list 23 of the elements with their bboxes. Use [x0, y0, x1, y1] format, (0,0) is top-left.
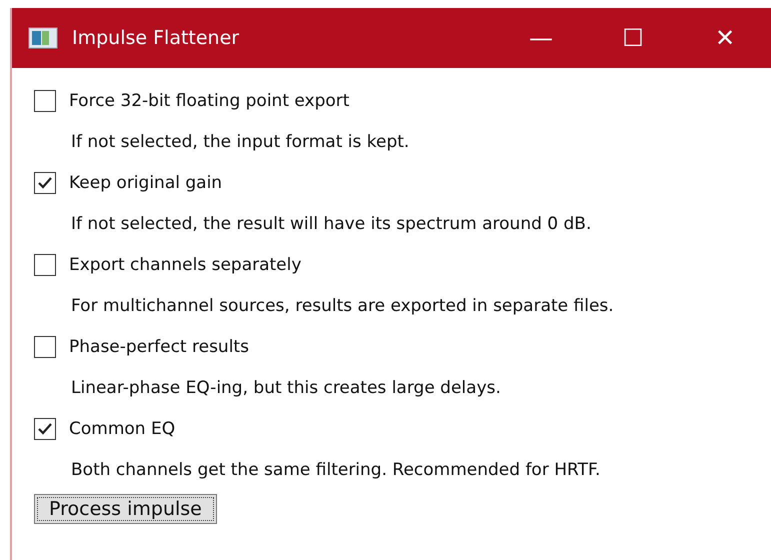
option-label[interactable]: Phase-perfect results	[69, 336, 249, 356]
minimize-button[interactable]: —	[495, 8, 587, 68]
checkbox[interactable]	[34, 418, 56, 440]
check-icon	[37, 176, 53, 190]
app-icon	[28, 27, 58, 49]
option-description: Linear-phase EQ-ing, but this creates large delays.	[70, 376, 502, 400]
checkbox[interactable]	[34, 90, 56, 112]
checkbox[interactable]	[34, 336, 56, 358]
close-button[interactable]: ✕	[679, 8, 771, 68]
window-title: Impulse Flattener	[72, 27, 240, 49]
option-description: If not selected, the result will have its spectrum around 0 dB.	[70, 212, 592, 236]
check-icon	[37, 422, 53, 436]
process-button[interactable]: Process impulse	[34, 494, 217, 524]
option-description: If not selected, the input format is kept.	[70, 130, 410, 154]
option-label[interactable]: Common EQ	[69, 418, 176, 438]
option-label[interactable]: Export channels separately	[69, 254, 302, 274]
option-description: For multichannel sources, results are exported in separate files.	[70, 294, 615, 318]
option-label[interactable]: Force 32-bit floating point export	[69, 90, 350, 110]
option-label[interactable]: Keep original gain	[69, 172, 222, 192]
option-description: Both channels get the same filtering. Recommended for HRTF.	[70, 458, 602, 482]
checkbox[interactable]	[34, 254, 56, 276]
maximize-button[interactable]: ☐	[587, 8, 679, 68]
checkbox[interactable]	[34, 172, 56, 194]
